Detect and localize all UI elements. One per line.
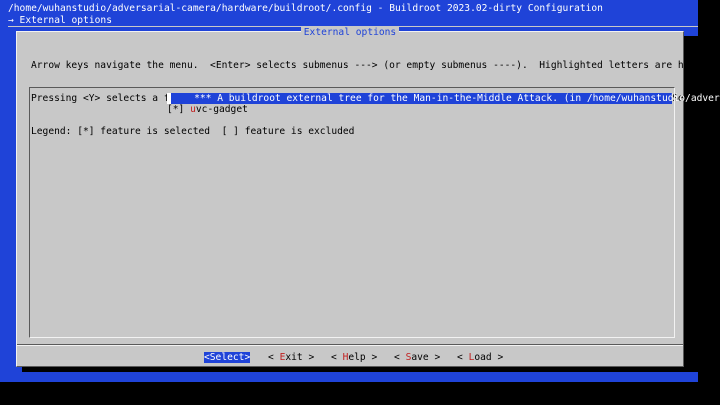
terminal-window: /home/wuhanstudio/adversarial-camera/har… bbox=[0, 0, 720, 405]
menu-item-external-tree-comment[interactable]: *** A buildroot external tree for the Ma… bbox=[167, 93, 672, 104]
menu-list[interactable]: *** A buildroot external tree for the Ma… bbox=[29, 87, 675, 338]
button-divider-highlight bbox=[17, 345, 683, 346]
help-button[interactable]: < Help > bbox=[331, 352, 377, 363]
external-options-dialog: External options Arrow keys navigate the… bbox=[16, 31, 684, 367]
load-button[interactable]: < Load > bbox=[457, 352, 503, 363]
select-button[interactable]: <Select> bbox=[204, 352, 250, 363]
dialog-title: External options bbox=[17, 27, 683, 38]
menu-item-uvc-gadget[interactable]: [*] uvc-gadget bbox=[167, 104, 248, 115]
dialog-title-text: External options bbox=[301, 27, 399, 38]
uvc-gadget-checkbox[interactable]: [*] bbox=[167, 104, 190, 115]
save-button[interactable]: < Save > bbox=[394, 352, 440, 363]
exit-button[interactable]: < Exit > bbox=[268, 352, 314, 363]
help-line-navigation: Arrow keys navigate the menu. <Enter> se… bbox=[31, 60, 720, 71]
menuconfig-screen: /home/wuhanstudio/adversarial-camera/har… bbox=[0, 0, 698, 382]
config-path-title: /home/wuhanstudio/adversarial-camera/har… bbox=[8, 3, 698, 14]
uvc-gadget-label: vc-gadget bbox=[196, 104, 248, 115]
button-bar: <Select> < Exit > < Help > < Save > < Lo… bbox=[17, 352, 683, 363]
menu-item-external-tree-text: *** A buildroot external tree for the Ma… bbox=[171, 93, 720, 104]
breadcrumb: → External options bbox=[8, 15, 112, 26]
